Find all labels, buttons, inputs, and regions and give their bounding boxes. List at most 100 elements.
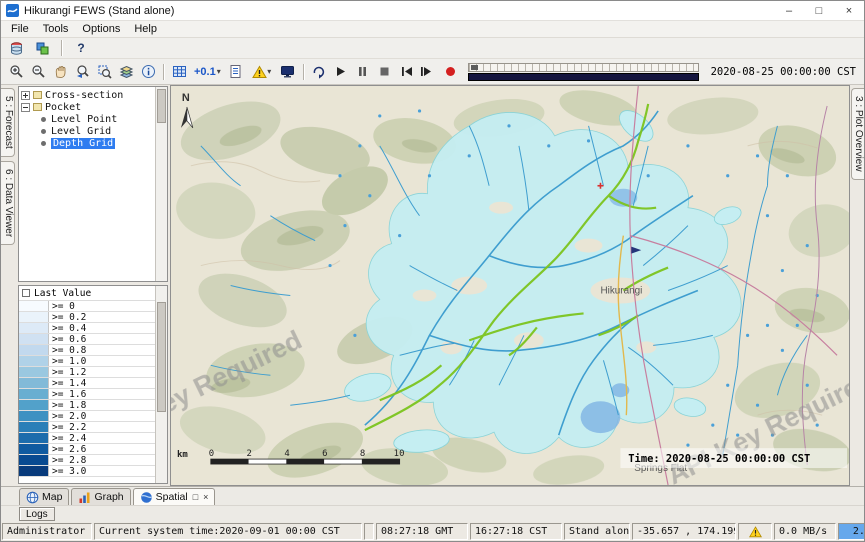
help-button[interactable]: ?	[70, 38, 92, 58]
maximize-panel-icon[interactable]: □	[191, 492, 198, 502]
town-label-hikurangi: Hikurangi	[600, 285, 642, 296]
zoom-in-icon[interactable]	[5, 62, 27, 82]
record-button[interactable]	[440, 62, 462, 82]
legend-row: >= 0.6	[19, 334, 155, 345]
app-logo-icon	[6, 4, 19, 17]
legend-row: >= 1.4	[19, 378, 155, 389]
tree-item-level-point[interactable]: Level Point	[21, 113, 153, 125]
tree-item-depth-grid[interactable]: Depth Grid	[21, 137, 153, 149]
toolbar-separator	[163, 64, 164, 80]
tree-item-label: Pocket	[45, 102, 81, 113]
spatial-globe-icon	[140, 491, 153, 504]
zoom-out-icon[interactable]	[27, 62, 49, 82]
legend-label: >= 3.0	[49, 466, 86, 476]
legend-label: >= 2.2	[49, 422, 86, 432]
bottom-tab-bar: Map Graph Spatial □ ×	[1, 486, 864, 505]
legend-row: >= 0.4	[19, 323, 155, 334]
map-toolbar: +0.1 ▾ ▾	[1, 59, 864, 85]
legend-label: >= 0.6	[49, 334, 86, 344]
last-value-checkbox[interactable]	[22, 289, 30, 297]
warning-dropdown[interactable]: ▾	[247, 62, 277, 82]
scrollbar-thumb[interactable]	[157, 89, 166, 123]
menu-tools[interactable]: Tools	[36, 23, 76, 35]
menu-file[interactable]: File	[4, 23, 36, 35]
main-toolbar: ?	[1, 38, 864, 59]
step-forward-button[interactable]	[418, 62, 440, 82]
legend-color-swatch	[19, 400, 49, 410]
status-warning-cell[interactable]	[738, 523, 772, 540]
tree-item-level-grid[interactable]: Level Grid	[21, 125, 153, 137]
database-icon[interactable]	[5, 38, 27, 58]
menu-help[interactable]: Help	[127, 23, 164, 35]
timeline-slider[interactable]	[468, 63, 699, 81]
animation-loop-icon[interactable]	[308, 62, 330, 82]
legend-color-swatch	[19, 455, 49, 465]
grid-display-icon[interactable]	[168, 62, 190, 82]
contour-interval-dropdown[interactable]: +0.1 ▾	[190, 62, 225, 82]
datastore-icon[interactable]	[31, 38, 53, 58]
legend-row: >= 2.4	[19, 433, 155, 444]
display-export-icon[interactable]	[277, 62, 299, 82]
tab-graph[interactable]: Graph	[71, 488, 130, 505]
profile-document-icon[interactable]	[225, 62, 247, 82]
tree-item-cross-section[interactable]: Cross-section	[21, 89, 153, 101]
zoom-previous-icon[interactable]	[71, 62, 93, 82]
right-tab-strip: 3 : Plot Overview	[850, 85, 864, 486]
tab-spatial[interactable]: Spatial □ ×	[133, 488, 216, 505]
play-button[interactable]	[330, 62, 352, 82]
node-icon	[41, 129, 46, 134]
expand-icon[interactable]	[21, 91, 30, 100]
legend-color-swatch	[19, 301, 49, 311]
scrollbar-thumb[interactable]	[157, 302, 166, 412]
legend-label: >= 0.4	[49, 323, 86, 333]
legend-row: >= 1.6	[19, 389, 155, 400]
legend-row: >= 2.2	[19, 422, 155, 433]
node-icon	[41, 141, 46, 146]
sidebar-tab-data-viewer[interactable]: 6 : Data Viewer	[1, 161, 15, 245]
legend-row: >= 2.8	[19, 455, 155, 466]
minimize-button[interactable]: –	[774, 1, 804, 20]
sidebar-tab-plot-overview[interactable]: 3 : Plot Overview	[851, 88, 864, 180]
legend-label: >= 1.0	[49, 356, 86, 366]
svg-text:10: 10	[394, 449, 405, 459]
svg-text:0: 0	[209, 449, 214, 459]
status-system-time: Current system time:2020-09-01 00:00 CST	[94, 523, 362, 540]
zoom-extent-icon[interactable]	[93, 62, 115, 82]
legend-label: >= 2.8	[49, 455, 86, 465]
pan-hand-icon[interactable]	[49, 62, 71, 82]
map-time-label: Time: 2020-08-25 00:00:00 CST	[628, 453, 810, 465]
timeline-track[interactable]	[468, 63, 699, 72]
tree-scrollbar[interactable]	[155, 87, 167, 281]
tab-map[interactable]: Map	[19, 488, 69, 505]
legend-scrollbar[interactable]	[155, 286, 167, 483]
menu-options[interactable]: Options	[75, 23, 127, 35]
layers-icon[interactable]	[115, 62, 137, 82]
close-button[interactable]: ×	[834, 1, 864, 20]
map-canvas[interactable]: Hikurangi Springs Flat API Key Required …	[171, 86, 849, 485]
status-gmt-time: 08:27:18 GMT	[376, 523, 468, 540]
svg-text:km: km	[177, 450, 188, 460]
logs-button[interactable]: Logs	[19, 507, 55, 521]
maximize-button[interactable]: □	[804, 1, 834, 20]
info-icon[interactable]	[137, 62, 159, 82]
main-area: 5 : Forecast 6 : Data Viewer Cross-secti…	[1, 85, 864, 486]
legend-row: >= 0.2	[19, 312, 155, 323]
legend-color-swatch	[19, 389, 49, 399]
window-controls: – □ ×	[774, 1, 864, 20]
legend-color-swatch	[19, 334, 49, 344]
tree-item-pocket[interactable]: Pocket	[21, 101, 153, 113]
collapse-icon[interactable]	[21, 103, 30, 112]
sidebar-tab-forecast[interactable]: 5 : Forecast	[1, 88, 15, 157]
legend-color-swatch	[19, 367, 49, 377]
pause-button[interactable]	[352, 62, 374, 82]
globe-icon	[26, 491, 39, 504]
legend-color-swatch	[19, 323, 49, 333]
layers-tree: Cross-section Pocket Level Point Level G…	[18, 86, 168, 282]
tree-item-label: Level Grid	[51, 126, 111, 137]
stop-button[interactable]	[374, 62, 396, 82]
map-view[interactable]: Hikurangi Springs Flat API Key Required …	[170, 85, 850, 486]
node-icon	[41, 117, 46, 122]
close-panel-icon[interactable]: ×	[201, 492, 208, 502]
timeline-thumb[interactable]	[471, 65, 478, 70]
step-back-button[interactable]	[396, 62, 418, 82]
